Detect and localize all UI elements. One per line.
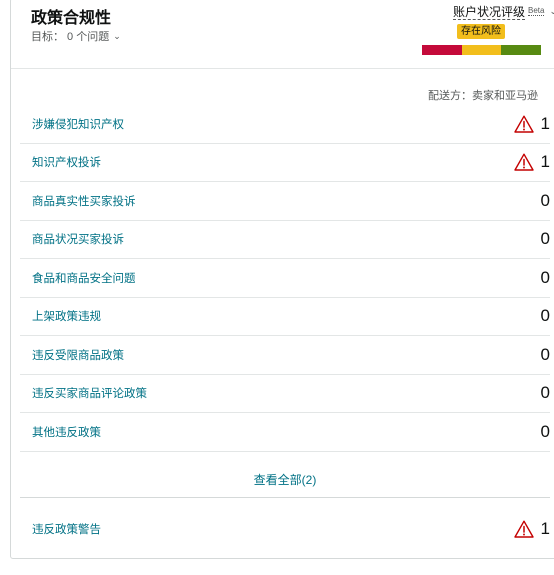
policy-link[interactable]: 商品真实性买家投诉 [32,193,136,209]
policy-count-group: 0 [540,306,550,326]
policy-link[interactable]: 违反买家商品评论政策 [32,385,147,401]
policy-count: 0 [540,421,550,441]
policy-row: 商品状况买家投诉 0 [20,221,550,259]
account-health-rating: 账户状况评级 Beta ⌄ 存在风险 [411,5,554,55]
policy-row: 违反买家商品评论政策 0 [20,375,550,413]
rating-bar-segment-at-risk [461,45,502,55]
policy-link[interactable]: 知识产权投诉 [32,154,101,170]
beta-label: Beta [527,6,545,16]
policy-list: 涉嫌侵犯知识产权 1 知识产权投诉 1 商品真实性买家投诉 0 商品状况买家投诉 0 食品和… [20,105,550,452]
policy-count: 0 [540,383,550,403]
policy-row: 其他违反政策 0 [20,413,550,452]
target-label: 目标： 0 个问题 [31,31,110,43]
policy-count: 0 [540,306,550,326]
account-health-rating-label[interactable]: 账户状况评级 [452,5,525,20]
policy-count-group: 0 [540,268,550,288]
policy-count-group: 0 [540,229,550,249]
policy-link[interactable]: 其他违反政策 [32,424,101,440]
policy-warning-count: 1 [540,519,550,538]
rating-bar [422,45,542,55]
policy-count: 1 [540,113,550,133]
policy-link[interactable]: 涉嫌侵犯知识产权 [32,116,124,132]
account-health-rating-toggle[interactable]: 账户状况评级 Beta ⌄ [411,5,554,20]
status-badge: 存在风险 [457,24,505,39]
view-all-link[interactable]: 查看全部(2) [20,462,550,498]
card-title: 政策合规性 [31,10,112,27]
warning-icon [514,115,534,133]
warning-icon [514,520,534,538]
policy-count-group: 0 [540,345,550,365]
policy-row: 违反受限商品政策 0 [20,336,550,375]
policy-count: 1 [540,152,550,172]
policy-count: 0 [540,190,550,210]
policy-row: 食品和商品安全问题 0 [20,259,550,298]
policy-row: 知识产权投诉 1 [20,144,550,182]
policy-link[interactable]: 上架政策违规 [32,308,101,324]
policy-count: 0 [540,267,550,287]
policy-warning-link[interactable]: 违反政策警告 [32,521,101,537]
policy-count: 0 [540,229,550,249]
rating-bar-segment-healthy [501,45,542,55]
chevron-down-icon: ⌄ [113,30,121,41]
chevron-down-icon[interactable]: ⌄ [549,6,554,17]
policy-row: 商品真实性买家投诉 0 [20,182,550,221]
policy-warning-count-group: 1 [514,519,550,539]
policy-link[interactable]: 食品和商品安全问题 [32,270,136,286]
ship-by-label: 配送方：卖家和亚马逊 [428,90,538,102]
policy-compliance-card: 政策合规性 目标： 0 个问题 ⌄ 账户状况评级 Beta ⌄ 存在风险 配送方… [10,0,554,559]
policy-count-group: 0 [540,191,550,211]
policy-link[interactable]: 商品状况买家投诉 [32,231,124,247]
target-dropdown[interactable]: 目标： 0 个问题 ⌄ [31,28,121,44]
policy-warning-row: 违反政策警告 1 [20,509,550,549]
policy-count-group: 0 [540,383,550,403]
rating-bar-segment-critical [422,45,462,55]
policy-row: 涉嫌侵犯知识产权 1 [20,105,550,144]
policy-count-group: 1 [514,114,550,134]
policy-link[interactable]: 违反受限商品政策 [32,347,124,363]
policy-count-group: 0 [540,422,550,442]
warning-icon [514,153,534,171]
policy-row: 上架政策违规 0 [20,298,550,336]
policy-count: 0 [540,344,550,364]
policy-count-group: 1 [514,152,550,172]
card-header: 政策合规性 目标： 0 个问题 ⌄ 账户状况评级 Beta ⌄ 存在风险 [11,0,554,69]
